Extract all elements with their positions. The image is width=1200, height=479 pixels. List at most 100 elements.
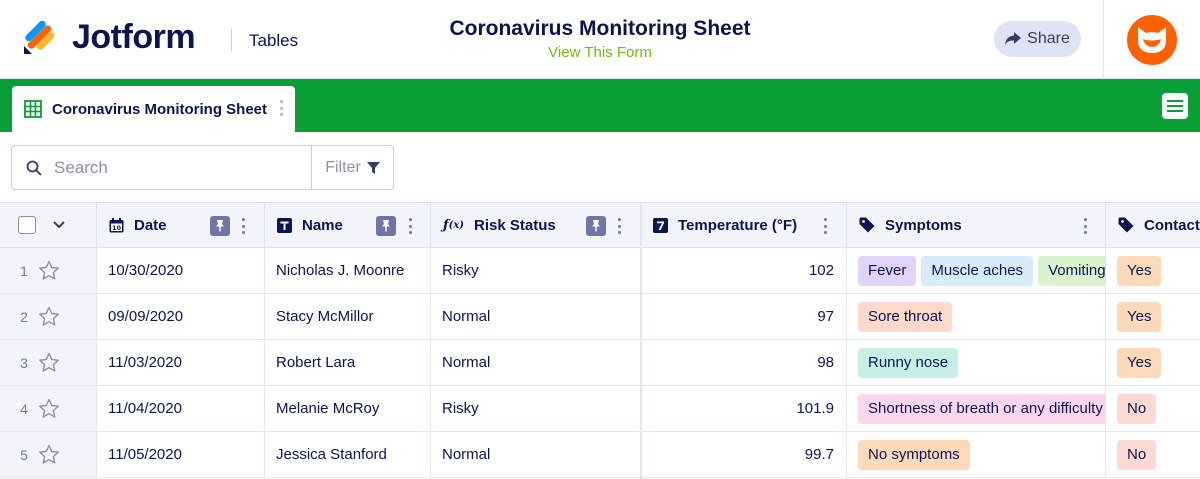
star-icon[interactable] [38, 352, 60, 373]
cell-contact[interactable]: Yes [1106, 248, 1200, 294]
column-header-name[interactable]: Name [265, 202, 431, 248]
contact-tag: Yes [1117, 347, 1162, 378]
row-index-cell: 4 [0, 386, 97, 432]
pin-icon[interactable] [376, 216, 396, 236]
symptom-tag: Sore throat [858, 301, 953, 332]
cell-date[interactable]: 11/03/2020 [97, 340, 265, 386]
cell-temp[interactable]: 99.7 [641, 432, 847, 478]
page-title: Coronavirus Monitoring Sheet [449, 17, 751, 40]
column-options-icon[interactable] [406, 216, 414, 236]
menu-button[interactable] [1162, 93, 1188, 119]
cell-date[interactable]: 11/05/2020 [97, 432, 265, 478]
cell-symptoms[interactable]: Shortness of breath or any difficulty br… [847, 386, 1106, 432]
column-options-icon[interactable] [821, 216, 829, 236]
jotform-logo[interactable]: Jotform [22, 18, 196, 57]
select-all-checkbox[interactable] [18, 216, 36, 234]
column-header-temperature[interactable]: Temperature (°F) [641, 202, 847, 248]
cell-risk[interactable]: Risky [431, 386, 641, 432]
cell-value: 98 [817, 354, 834, 371]
svg-text:10: 10 [112, 224, 122, 232]
table-row[interactable]: 5 11/05/2020 Jessica Stanford Normal 99.7 No … [0, 432, 1200, 478]
cell-contact[interactable]: No [1106, 432, 1200, 478]
cell-value: Jessica Stanford [276, 446, 387, 463]
cell-risk[interactable]: Normal [431, 340, 641, 386]
cell-value: 11/03/2020 [108, 354, 182, 371]
filter-button[interactable]: Filter [312, 146, 393, 189]
table-row[interactable]: 3 11/03/2020 Robert Lara Normal 98 Runny nose… [0, 340, 1200, 386]
cell-risk[interactable]: Normal [431, 294, 641, 340]
cell-value: 97 [817, 308, 834, 325]
cell-value: 11/04/2020 [108, 400, 182, 417]
cell-name[interactable]: Nicholas J. Moonre [265, 248, 431, 294]
divider [1103, 0, 1104, 79]
cat-avatar-icon [1138, 27, 1166, 53]
symptom-tag: Muscle aches [921, 255, 1034, 286]
section-label[interactable]: Tables [249, 31, 298, 51]
column-header-contact[interactable]: Contact [1106, 202, 1200, 248]
cell-temp[interactable]: 98 [641, 340, 847, 386]
contact-tag: Yes [1117, 301, 1162, 332]
data-table: 10 Date Name ƒ (x) Risk Status Temperatur… [0, 202, 1200, 479]
table-grid-icon [24, 100, 42, 118]
cell-date[interactable]: 11/04/2020 [97, 386, 265, 432]
filter-funnel-icon [366, 161, 380, 174]
cell-contact[interactable]: No [1106, 386, 1200, 432]
tab-options-icon[interactable] [277, 98, 285, 118]
cell-value: Risky [442, 400, 479, 417]
avatar[interactable] [1127, 15, 1177, 65]
chevron-down-icon[interactable] [53, 221, 65, 229]
table-row[interactable]: 1 10/30/2020 Nicholas J. Moonre Risky 102 Fev… [0, 248, 1200, 294]
star-icon[interactable] [38, 398, 60, 419]
search-icon [26, 160, 42, 176]
star-icon[interactable] [38, 260, 60, 281]
frozen-column-divider [640, 202, 642, 479]
cell-name[interactable]: Stacy McMillor [265, 294, 431, 340]
symptom-tag: No symptoms [858, 439, 970, 470]
column-options-icon[interactable] [615, 216, 623, 236]
column-label: Name [302, 216, 343, 234]
cell-date[interactable]: 09/09/2020 [97, 294, 265, 340]
cell-temp[interactable]: 97 [641, 294, 847, 340]
symptom-tag: Runny nose [858, 347, 959, 378]
symptom-tag: Shortness of breath or any difficulty br… [858, 393, 1105, 424]
column-header-risk-status[interactable]: ƒ (x) Risk Status [431, 202, 641, 248]
cell-contact[interactable]: Yes [1106, 294, 1200, 340]
pin-icon[interactable] [586, 216, 606, 236]
cell-symptoms[interactable]: Runny nose [847, 340, 1106, 386]
cell-name[interactable]: Melanie McRoy [265, 386, 431, 432]
contact-tag: Yes [1117, 255, 1162, 286]
calendar-icon: 10 [109, 217, 124, 233]
hamburger-menu-icon [1167, 100, 1183, 112]
tab-coronavirus-sheet[interactable]: Coronavirus Monitoring Sheet [12, 86, 295, 132]
sheet-tab-bar: Coronavirus Monitoring Sheet [0, 79, 1200, 132]
view-form-link[interactable]: View This Form [400, 44, 800, 61]
star-icon[interactable] [38, 306, 60, 327]
top-bar: Jotform Tables Coronavirus Monitoring Sh… [0, 0, 1200, 79]
contact-tag: No [1117, 439, 1157, 470]
table-row[interactable]: 4 11/04/2020 Melanie McRoy Risky 101.9 Shortn… [0, 386, 1200, 432]
cell-temp[interactable]: 102 [641, 248, 847, 294]
symptom-tag: Fever [858, 255, 917, 286]
cell-risk[interactable]: Normal [431, 432, 641, 478]
star-icon[interactable] [38, 444, 60, 465]
search-input[interactable] [54, 157, 294, 178]
column-header-symptoms[interactable]: Symptoms [847, 202, 1106, 248]
text-type-icon [277, 217, 292, 233]
pin-icon[interactable] [210, 216, 230, 236]
table-row[interactable]: 2 09/09/2020 Stacy McMillor Normal 97 Sore th… [0, 294, 1200, 340]
cell-contact[interactable]: Yes [1106, 340, 1200, 386]
cell-symptoms[interactable]: Fever Muscle aches Vomiting [847, 248, 1106, 294]
cell-temp[interactable]: 101.9 [641, 386, 847, 432]
column-options-icon[interactable] [1081, 216, 1089, 236]
symptom-tag: Vomiting [1038, 255, 1105, 286]
search-field[interactable] [12, 146, 312, 189]
cell-date[interactable]: 10/30/2020 [97, 248, 265, 294]
cell-symptoms[interactable]: Sore throat [847, 294, 1106, 340]
cell-name[interactable]: Jessica Stanford [265, 432, 431, 478]
cell-symptoms[interactable]: No symptoms [847, 432, 1106, 478]
cell-name[interactable]: Robert Lara [265, 340, 431, 386]
cell-risk[interactable]: Risky [431, 248, 641, 294]
share-button[interactable]: Share [994, 21, 1081, 57]
column-header-date[interactable]: 10 Date [97, 202, 265, 248]
column-options-icon[interactable] [239, 216, 247, 236]
